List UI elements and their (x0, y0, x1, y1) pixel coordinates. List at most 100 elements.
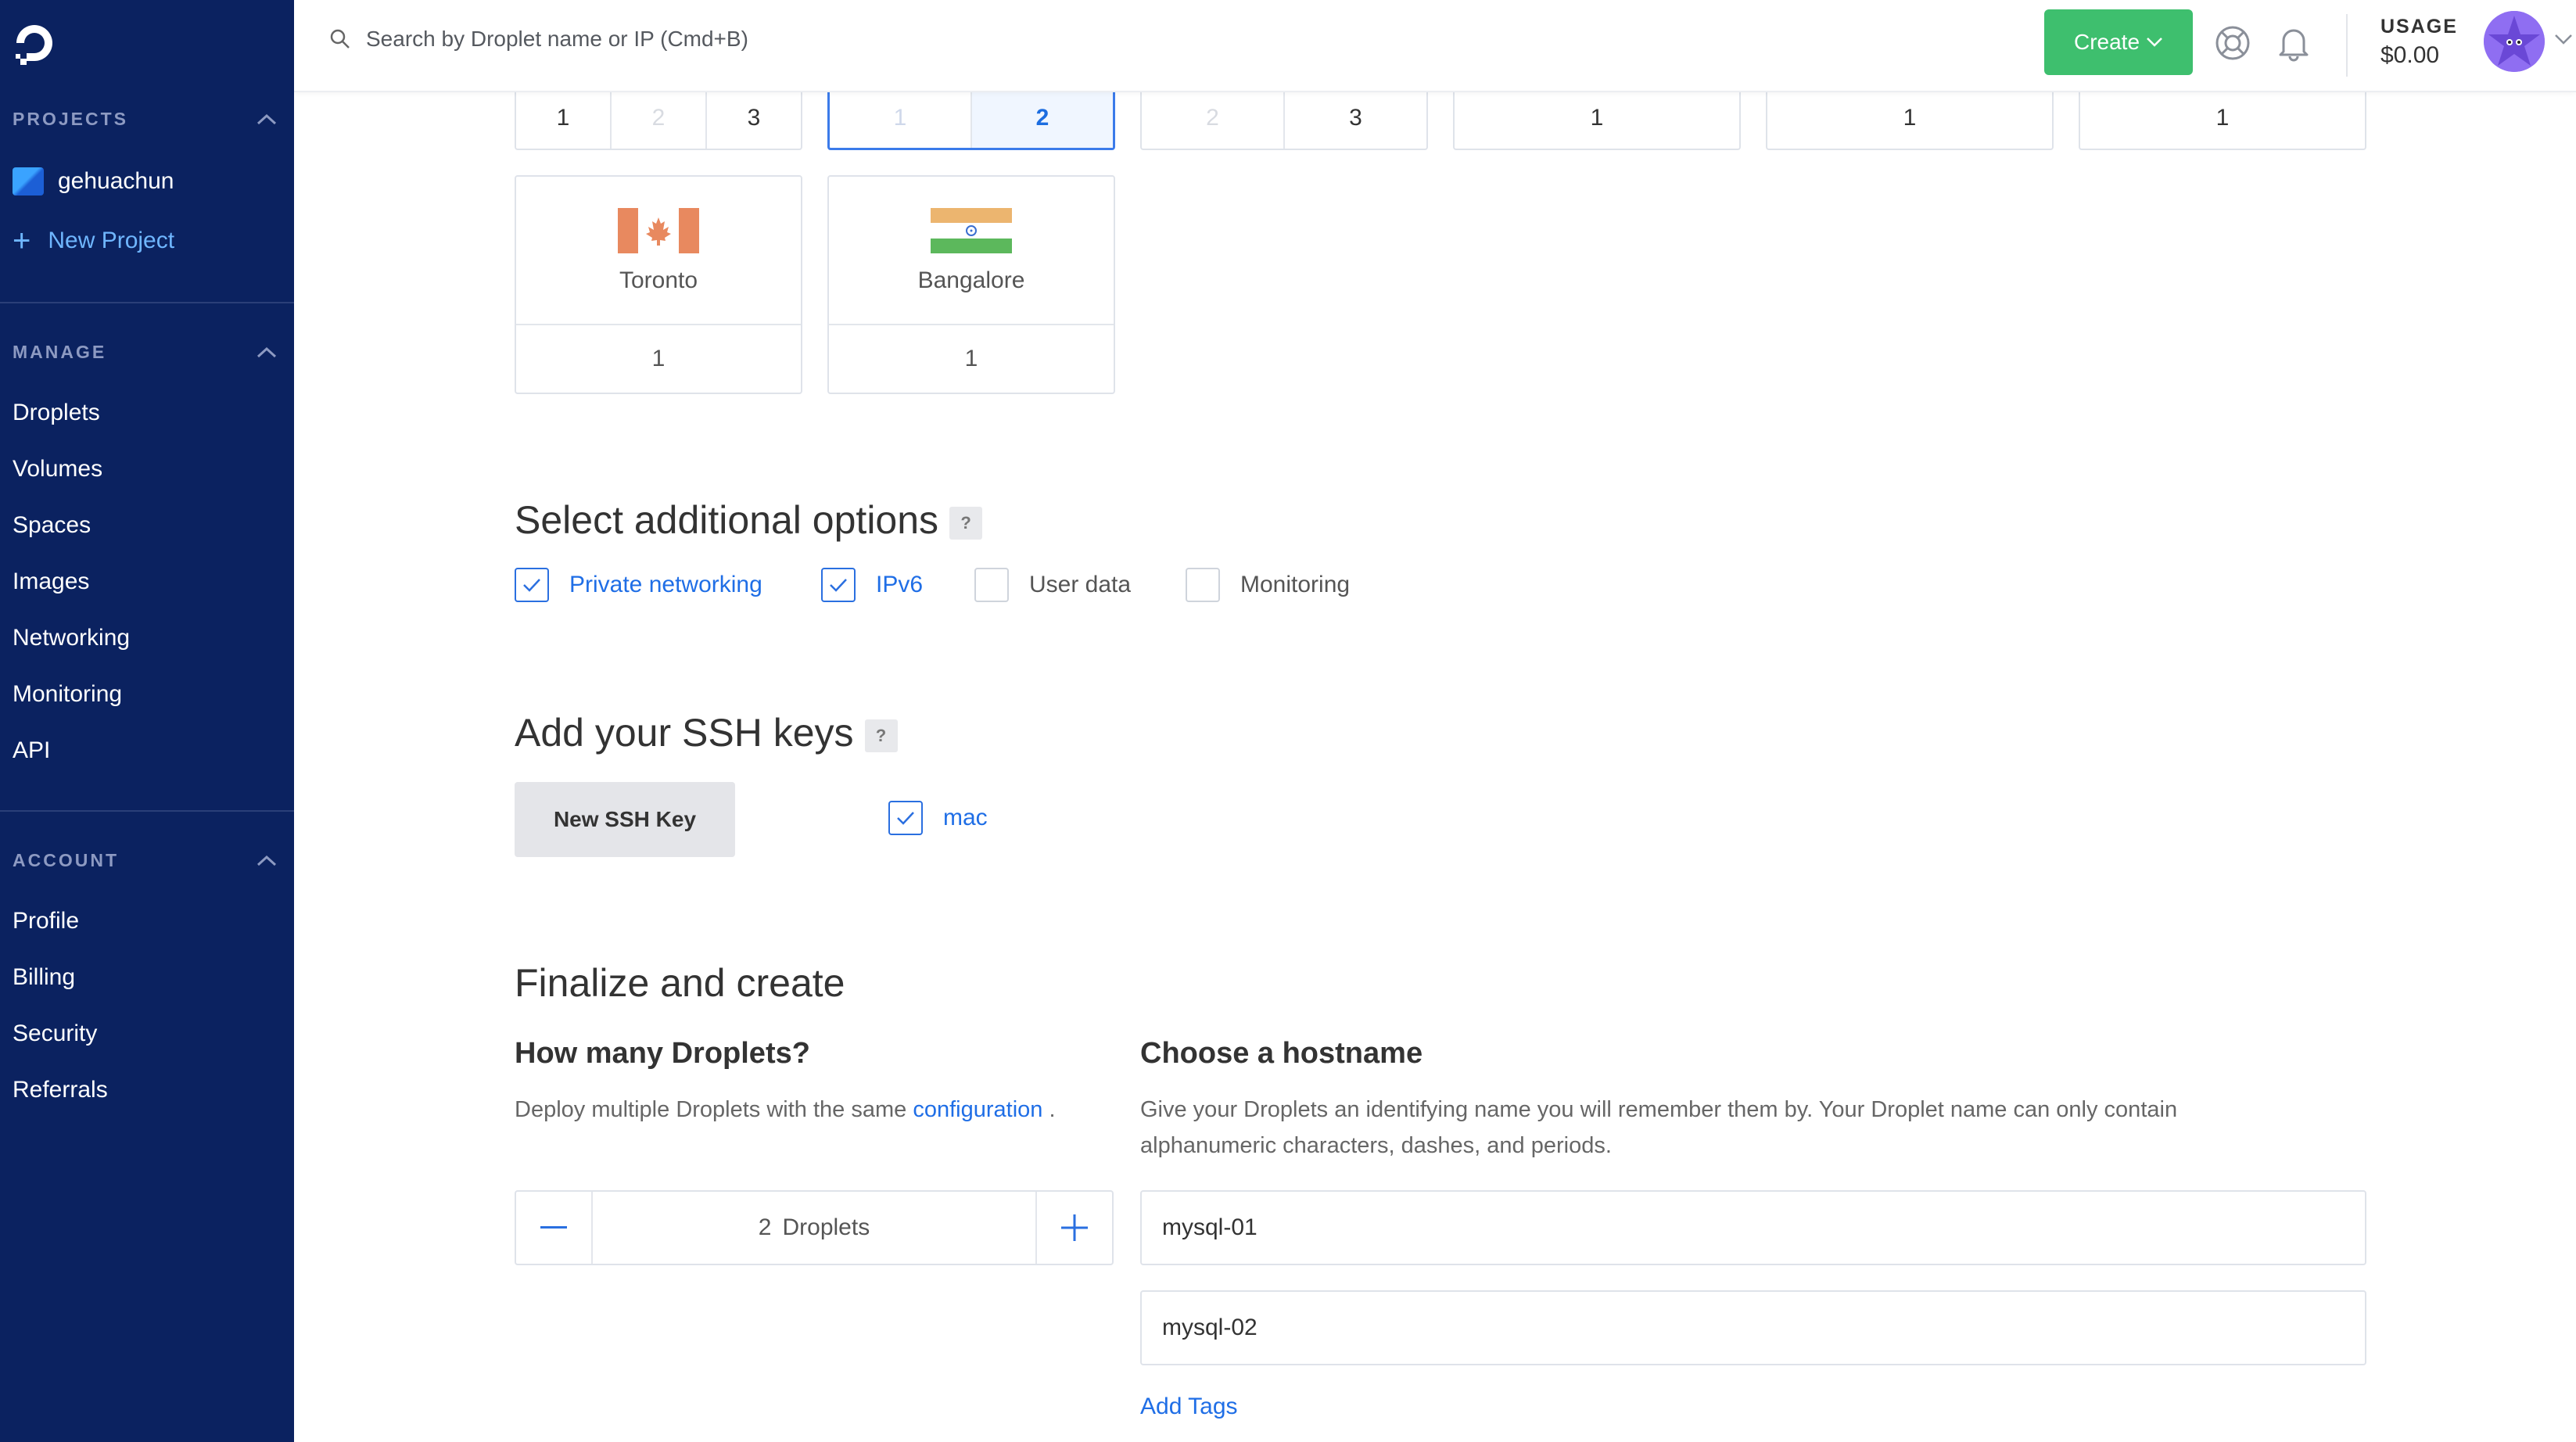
sidebar-item-networking[interactable]: Networking (13, 622, 130, 654)
option-private-networking[interactable]: Private networking (515, 568, 762, 602)
option-label: User data (1029, 572, 1132, 597)
increment-button[interactable] (1037, 1192, 1112, 1264)
projects-section-header[interactable]: PROJECTS (13, 103, 278, 135)
chevron-up-icon[interactable] (255, 852, 278, 868)
hostname-input[interactable] (1140, 1290, 2366, 1365)
droplet-count: 2 (758, 1214, 772, 1240)
additional-options-title: Select additional options (515, 498, 939, 542)
datacenter-option-active[interactable]: 2 (970, 88, 1113, 148)
top-bar: Search by Droplet name or IP (Cmd+B) Cre… (294, 0, 2576, 92)
droplet-count-display: 2 Droplets (591, 1192, 1037, 1264)
sidebar-item-profile[interactable]: Profile (13, 906, 79, 937)
checkbox-unchecked[interactable] (974, 568, 1009, 602)
sidebar-item-monitoring[interactable]: Monitoring (13, 679, 122, 710)
droplets-count-heading: How many Droplets? (515, 1037, 810, 1070)
new-project-label: New Project (48, 228, 175, 253)
sidebar-item-images[interactable]: Images (13, 566, 89, 597)
sidebar-item-project[interactable]: gehuachun (13, 166, 174, 197)
account-section-header[interactable]: ACCOUNT (13, 845, 278, 876)
usage-value[interactable]: $0.00 (2380, 42, 2439, 69)
chevron-up-icon[interactable] (255, 111, 278, 127)
account-heading: ACCOUNT (13, 849, 119, 870)
droplets-desc-suffix: . (1049, 1097, 1056, 1122)
ssh-key-name: mac (943, 805, 988, 830)
datacenter-options-group: 1 (2079, 88, 2366, 150)
project-name: gehuachun (58, 168, 174, 194)
new-project-link[interactable]: + New Project (13, 225, 174, 256)
ssh-keys-section: Add your SSH keys? (515, 710, 898, 755)
droplets-desc-text: Deploy multiple Droplets with the same (515, 1097, 907, 1122)
datacenter-option[interactable]: 1 (830, 88, 970, 148)
hostname-description: Give your Droplets an identifying name y… (1140, 1092, 2376, 1164)
region-datacenter-option[interactable]: 1 (516, 324, 801, 393)
sidebar-divider (0, 302, 294, 303)
chevron-down-icon (2147, 38, 2162, 47)
datacenter-options-group: 2 3 (1140, 88, 1428, 150)
search-icon (330, 29, 350, 48)
checkbox-checked[interactable] (515, 568, 549, 602)
digitalocean-logo-icon[interactable] (11, 20, 58, 67)
help-support-icon[interactable] (2213, 23, 2252, 63)
sidebar-item-volumes[interactable]: Volumes (13, 454, 102, 485)
help-icon[interactable]: ? (864, 719, 898, 752)
ssh-key-option[interactable]: mac (888, 801, 988, 835)
datacenter-option[interactable]: 3 (705, 88, 801, 149)
hostname-input[interactable] (1140, 1190, 2366, 1265)
hostname-desc-line: Give your Droplets an identifying name y… (1140, 1097, 2178, 1122)
sidebar-item-referrals[interactable]: Referrals (13, 1074, 108, 1106)
decrement-button[interactable] (516, 1192, 591, 1264)
sidebar-item-droplets[interactable]: Droplets (13, 397, 100, 429)
region-card-bangalore[interactable]: Bangalore 1 (827, 175, 1115, 394)
region-datacenter-option[interactable]: 1 (829, 324, 1114, 393)
search-input[interactable]: Search by Droplet name or IP (Cmd+B) (366, 27, 748, 52)
datacenter-option: 2 (610, 88, 705, 149)
datacenter-options-group-selected: 1 2 (827, 88, 1115, 150)
datacenter-options-group: 1 2 3 (515, 88, 802, 150)
option-label: Monitoring (1240, 572, 1351, 597)
region-name: Bangalore (917, 267, 1025, 293)
plus-icon: + (13, 224, 31, 258)
option-monitoring[interactable]: Monitoring (1186, 568, 1350, 602)
option-label: IPv6 (876, 572, 924, 597)
datacenter-option[interactable]: 1 (516, 88, 610, 149)
checkbox-checked[interactable] (821, 568, 856, 602)
datacenter-option[interactable]: 1 (1455, 88, 1739, 149)
manage-section-header[interactable]: MANAGE (13, 336, 278, 368)
add-tags-link[interactable]: Add Tags (1140, 1394, 1238, 1420)
canada-flag-icon (618, 208, 699, 253)
datacenter-option[interactable]: 1 (1767, 88, 2052, 149)
chevron-up-icon[interactable] (255, 344, 278, 360)
chevron-down-icon[interactable] (2554, 33, 2573, 45)
datacenter-option[interactable]: 1 (2080, 88, 2365, 149)
new-ssh-key-button[interactable]: New SSH Key (515, 782, 735, 857)
datacenter-options-group: 1 (1453, 88, 1741, 150)
search-bar[interactable]: Search by Droplet name or IP (Cmd+B) (328, 27, 748, 52)
bell-icon[interactable] (2274, 23, 2313, 63)
datacenter-option[interactable]: 3 (1283, 88, 1426, 149)
help-icon[interactable]: ? (949, 506, 983, 540)
minus-icon (540, 1226, 567, 1229)
main-content: 1 2 3 1 2 2 3 1 1 1 Toronto 1 Bangalore … (294, 0, 2576, 1442)
ssh-keys-title: Add your SSH keys (515, 711, 854, 755)
checkbox-unchecked[interactable] (1186, 568, 1220, 602)
finalize-title: Finalize and create (515, 961, 845, 1005)
india-flag-icon (931, 208, 1012, 253)
configuration-link[interactable]: configuration (913, 1097, 1042, 1122)
droplets-description: Deploy multiple Droplets with the same c… (515, 1092, 1056, 1128)
sidebar-divider (0, 810, 294, 812)
droplet-unit: Droplets (782, 1214, 870, 1240)
sidebar-item-billing[interactable]: Billing (13, 962, 75, 993)
plus-icon (1061, 1214, 1088, 1241)
create-button[interactable]: Create (2044, 9, 2193, 75)
hostname-heading: Choose a hostname (1140, 1037, 1423, 1070)
option-user-data[interactable]: User data (974, 568, 1131, 602)
sidebar-item-spaces[interactable]: Spaces (13, 510, 91, 541)
option-ipv6[interactable]: IPv6 (821, 568, 923, 602)
starfish-avatar-icon (2484, 11, 2545, 72)
region-card-toronto[interactable]: Toronto 1 (515, 175, 802, 394)
checkbox-checked[interactable] (888, 801, 923, 835)
sidebar-item-api[interactable]: API (13, 735, 50, 766)
sidebar-item-security[interactable]: Security (13, 1018, 97, 1049)
avatar[interactable] (2484, 11, 2545, 72)
project-icon (13, 167, 44, 195)
